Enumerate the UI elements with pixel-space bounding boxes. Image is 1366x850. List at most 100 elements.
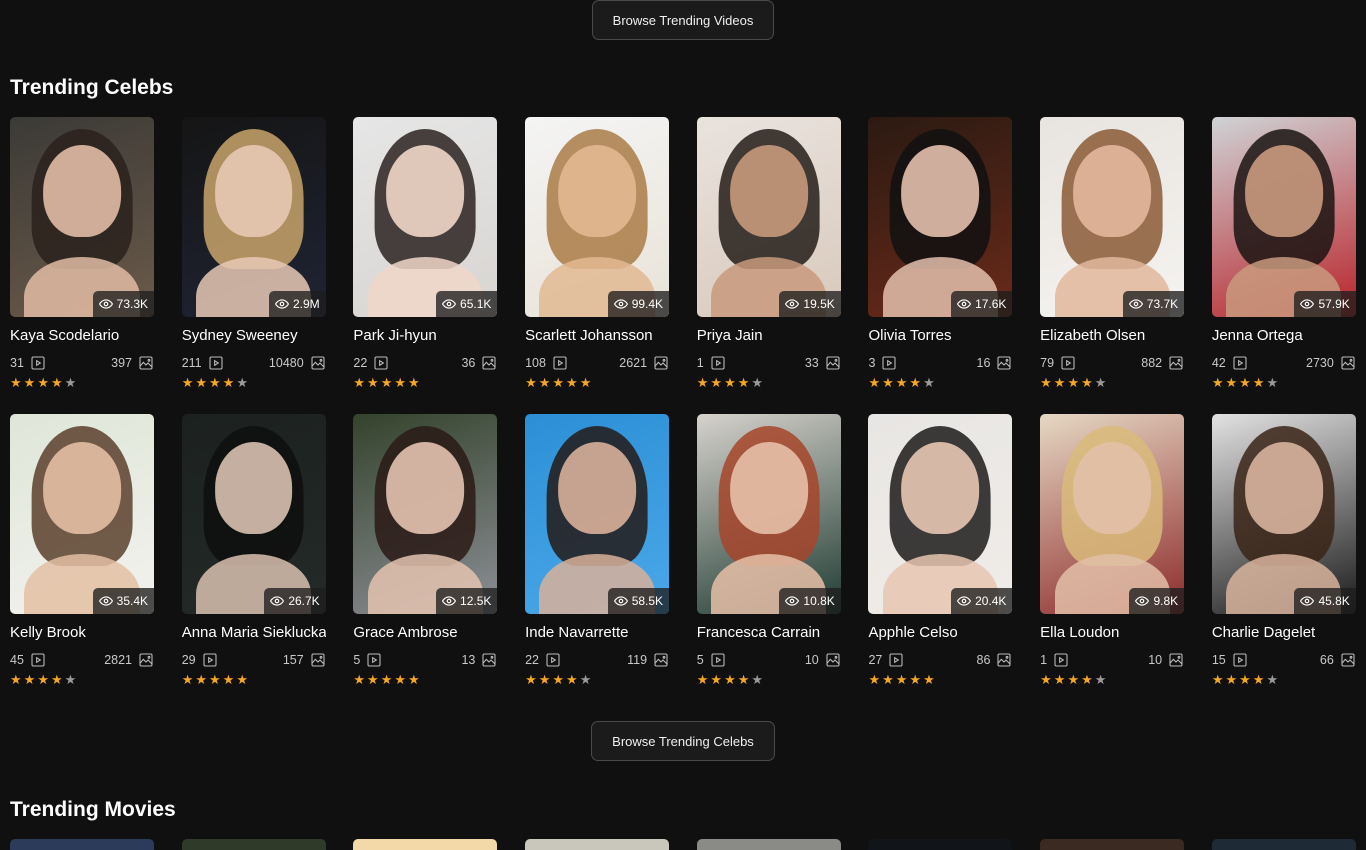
celeb-card[interactable]: 35.4K Kelly Brook 45 2821 ★ ★ ★ ★ ★: [10, 414, 154, 711]
play-square-icon: [1232, 652, 1248, 668]
movie-poster[interactable]: [181, 839, 326, 850]
celeb-photo[interactable]: 35.4K: [10, 414, 154, 614]
view-count: 10.8K: [803, 594, 835, 608]
star-icon: ★: [353, 672, 366, 687]
play-square-icon: [30, 355, 46, 371]
celeb-name-link[interactable]: Olivia Torres: [868, 327, 1012, 345]
celeb-name-link[interactable]: Ella Loudon: [1040, 624, 1184, 642]
celeb-name-link[interactable]: Priya Jain: [697, 327, 841, 345]
celeb-name-link[interactable]: Sydney Sweeney: [182, 327, 326, 345]
celeb-name-link[interactable]: Park Ji-hyun: [353, 327, 497, 345]
eye-icon: [98, 594, 113, 608]
movie-poster[interactable]: [1040, 839, 1185, 850]
celeb-photo[interactable]: 99.4K: [525, 117, 670, 317]
movie-poster[interactable]: [696, 839, 841, 850]
celeb-card[interactable]: 20.4K Apphle Celso 27 86 ★ ★ ★ ★ ★: [868, 414, 1013, 711]
celeb-photo[interactable]: 17.6K: [868, 117, 1013, 317]
celeb-photo[interactable]: 65.1K: [353, 117, 498, 317]
photo-count-group: 36: [461, 355, 497, 371]
celeb-photo-face: [558, 145, 636, 237]
celeb-card[interactable]: 26.7K Anna Maria Sieklucka 29 157 ★ ★ ★ ★ ★: [181, 414, 326, 711]
celeb-stats: 29 157: [182, 651, 326, 668]
star-icon: ★: [710, 672, 723, 687]
celeb-name-link[interactable]: Kaya Scodelario: [10, 327, 154, 345]
celeb-name-link[interactable]: Elizabeth Olsen: [1040, 327, 1184, 345]
star-icon: ★: [895, 672, 908, 687]
movie-poster[interactable]: [525, 839, 670, 850]
video-count-group: 31: [10, 355, 46, 371]
view-count: 26.7K: [288, 594, 320, 608]
celeb-photo[interactable]: 57.9K: [1211, 117, 1356, 317]
view-count-badge: 57.9K: [1294, 291, 1356, 317]
celeb-photo[interactable]: 20.4K: [868, 414, 1013, 614]
celeb-photo[interactable]: 2.9M: [181, 117, 326, 317]
celeb-card[interactable]: 57.9K Jenna Ortega 42 2730 ★ ★ ★ ★ ★: [1211, 117, 1356, 414]
movie-poster[interactable]: [10, 839, 154, 850]
view-count: 35.4K: [116, 594, 148, 608]
browse-trending-videos-button[interactable]: Browse Trending Videos: [592, 0, 774, 40]
celeb-photo[interactable]: 10.8K: [696, 414, 841, 614]
movie-poster[interactable]: [868, 839, 1013, 850]
celeb-photo-face: [901, 442, 980, 534]
celeb-photo[interactable]: 19.5K: [696, 117, 841, 317]
celeb-photo[interactable]: 45.8K: [1211, 414, 1356, 614]
celeb-card[interactable]: 73.3K Kaya Scodelario 31 397 ★ ★ ★ ★ ★: [10, 117, 154, 414]
eye-icon: [274, 297, 290, 311]
celeb-name-link[interactable]: Apphle Celso: [868, 624, 1012, 642]
star-icon: ★: [696, 375, 709, 390]
star-icon: ★: [23, 672, 36, 687]
celeb-name-link[interactable]: Grace Ambrose: [353, 624, 497, 642]
celeb-card[interactable]: 73.7K Elizabeth Olsen 79 882 ★ ★ ★ ★ ★: [1040, 117, 1185, 414]
celeb-name-link[interactable]: Jenna Ortega: [1212, 327, 1356, 345]
image-icon: [825, 355, 841, 371]
photo-count-group: 10480: [269, 355, 326, 371]
celeb-photo[interactable]: 9.8K: [1040, 414, 1185, 614]
celeb-photo[interactable]: 58.5K: [525, 414, 670, 614]
movie-poster[interactable]: [353, 839, 498, 850]
video-count: 79: [1040, 355, 1055, 370]
view-count-badge: 73.7K: [1122, 291, 1185, 317]
celeb-card[interactable]: 58.5K Inde Navarrette 22 119 ★ ★ ★ ★ ★: [525, 414, 670, 711]
star-icon: ★: [64, 672, 77, 687]
celeb-photo[interactable]: 12.5K: [353, 414, 498, 614]
celeb-card[interactable]: 17.6K Olivia Torres 3 16 ★ ★ ★ ★ ★: [868, 117, 1013, 414]
celeb-card[interactable]: 12.5K Grace Ambrose 5 13 ★ ★ ★ ★ ★: [353, 414, 498, 711]
view-count-badge: 12.5K: [436, 588, 498, 614]
celeb-card[interactable]: 19.5K Priya Jain 1 33 ★ ★ ★ ★ ★: [696, 117, 841, 414]
celeb-photo[interactable]: 26.7K: [181, 414, 326, 614]
celeb-name-link[interactable]: Inde Navarrette: [525, 624, 669, 642]
star-icon: ★: [1239, 375, 1251, 390]
celeb-photo[interactable]: 73.7K: [1040, 117, 1185, 317]
browse-trending-celebs-button[interactable]: Browse Trending Celebs: [591, 721, 775, 761]
celeb-name-link[interactable]: Scarlett Johansson: [525, 327, 669, 345]
celeb-name-link[interactable]: Francesca Carrain: [697, 624, 841, 642]
eye-icon: [956, 297, 972, 311]
celeb-photo-face: [1073, 145, 1151, 237]
eye-icon: [270, 594, 285, 608]
star-icon: ★: [895, 375, 908, 390]
celeb-name-link[interactable]: Kelly Brook: [10, 624, 154, 642]
celeb-card[interactable]: 10.8K Francesca Carrain 5 10 ★ ★ ★ ★ ★: [696, 414, 841, 711]
celeb-photo[interactable]: 73.3K: [10, 117, 154, 317]
celeb-name-link[interactable]: Anna Maria Sieklucka: [182, 624, 326, 642]
photo-count-group: 10: [1148, 652, 1184, 668]
video-count: 27: [868, 652, 883, 667]
star-icon: ★: [724, 672, 736, 687]
photo-count-group: 2621: [619, 355, 669, 371]
movie-poster[interactable]: [1211, 839, 1356, 850]
celeb-card[interactable]: 65.1K Park Ji-hyun 22 36 ★ ★ ★ ★ ★: [353, 117, 498, 414]
photo-count: 10: [1148, 652, 1163, 667]
image-icon: [310, 355, 326, 371]
celeb-card[interactable]: 9.8K Ella Loudon 1 10 ★ ★ ★ ★ ★: [1040, 414, 1185, 711]
view-count-badge: 45.8K: [1294, 588, 1356, 614]
celeb-name-link[interactable]: Charlie Dagelet: [1212, 624, 1356, 642]
celeb-card[interactable]: 99.4K Scarlett Johansson 108 2621 ★ ★ ★ ★ ★: [525, 117, 670, 414]
celebs-grid: 73.3K Kaya Scodelario 31 397 ★ ★ ★ ★ ★ 2.9M Sydney…: [10, 117, 1356, 711]
video-count-group: 79: [1040, 355, 1076, 371]
star-icon: ★: [195, 672, 207, 687]
image-icon: [138, 355, 154, 371]
trending-movies-title: Trending Movies: [10, 798, 176, 821]
celeb-card[interactable]: 45.8K Charlie Dagelet 15 66 ★ ★ ★ ★ ★: [1211, 414, 1356, 711]
eye-icon: [441, 594, 457, 608]
celeb-card[interactable]: 2.9M Sydney Sweeney 211 10480 ★ ★ ★ ★ ★: [181, 117, 326, 414]
